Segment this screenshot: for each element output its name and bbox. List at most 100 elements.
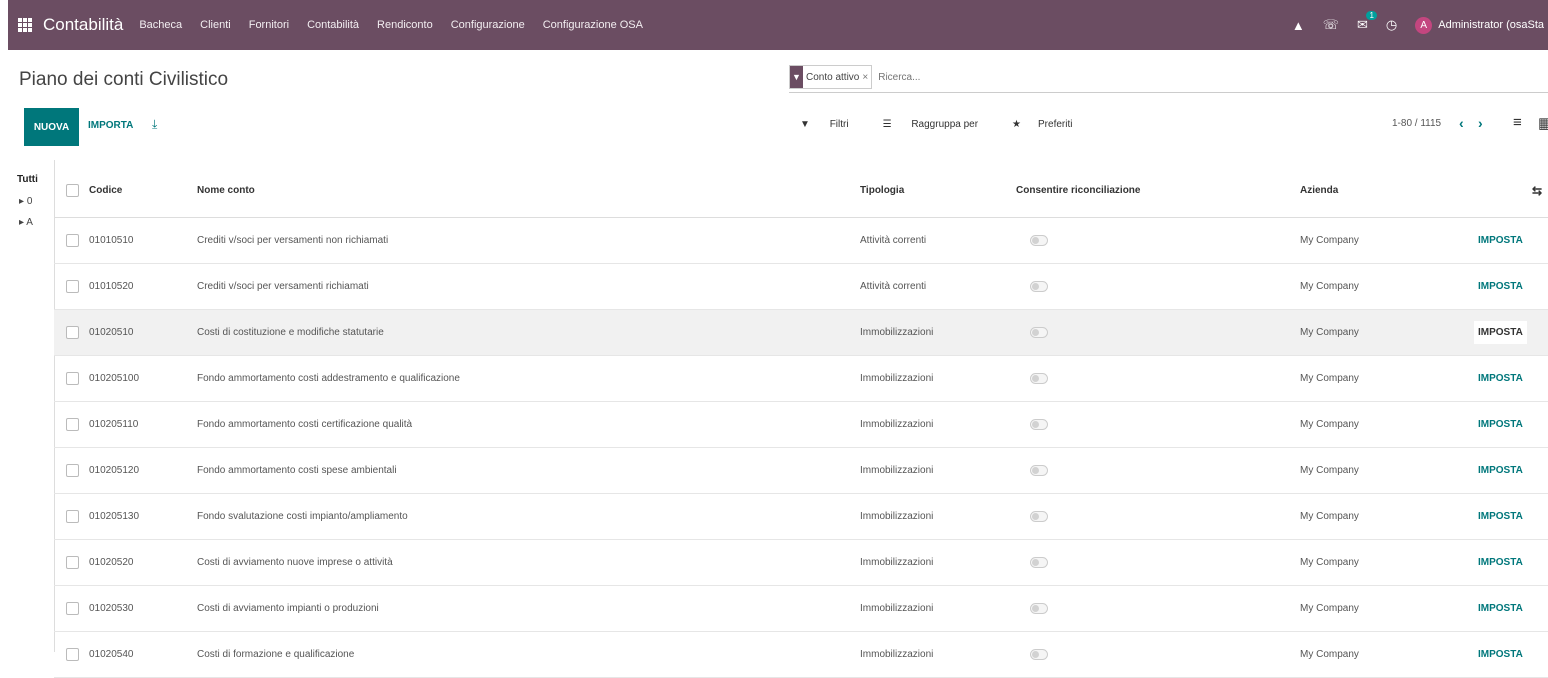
table-row[interactable]: 01020510 Costi di costituzione e modifich… [54,309,1548,356]
reconcile-toggle[interactable] [1030,280,1048,292]
cell-name: Fondo ammortamento costi spese ambiental… [197,447,860,494]
cell-name: Costi di avviamento nuove imprese o atti… [197,539,860,586]
app-name[interactable]: Contabilità [43,15,123,35]
user-name[interactable]: Administrator (osaSta [1438,19,1548,31]
chat-icon[interactable]: ✉ 1 [1357,11,1377,33]
side-item-group-a[interactable]: ▸ A [19,217,54,228]
set-button[interactable]: IMPOSTA [1474,505,1527,528]
set-button[interactable]: IMPOSTA [1474,367,1527,390]
cell-name: Fondo svalutazione costi impianto/amplia… [197,493,860,540]
set-button[interactable]: IMPOSTA [1474,321,1527,344]
pager-previous-icon[interactable]: ‹ [1459,115,1464,131]
table-row[interactable]: 01020530 Costi di avviamento impianti o p… [54,585,1548,632]
table-row[interactable]: 010205120 Fondo ammortamento costi spese … [54,447,1548,494]
table-row[interactable]: 01010520 Crediti v/soci per versamenti ri… [54,263,1548,310]
reconcile-toggle[interactable] [1030,234,1048,246]
row-checkbox[interactable] [66,648,79,661]
side-item-group-0[interactable]: ▸ 0 [19,196,54,207]
cell-name: Fondo ammortamento costi certificazione … [197,401,860,448]
table-row[interactable]: 010205100 Fondo ammortamento costi addest… [54,355,1548,402]
table-row[interactable]: 01020520 Costi di avviamento nuove impres… [54,539,1548,586]
table-row[interactable]: 010205130 Fondo svalutazione costi impian… [54,493,1548,540]
cell-code: 010205120 [89,447,197,494]
download-icon[interactable]: ⤓ [152,117,157,132]
cell-company: My Company [1300,585,1474,632]
reconcile-toggle[interactable] [1030,510,1048,522]
cell-type: Immobilizzazioni [860,355,1016,402]
menu-item-clienti[interactable]: Clienti [200,19,231,31]
side-item-all[interactable]: Tutti [17,174,54,185]
set-button[interactable]: IMPOSTA [1474,643,1527,666]
set-button[interactable]: IMPOSTA [1474,275,1527,298]
column-header-name[interactable]: Nome conto [197,164,860,218]
group-by-button[interactable]: ☰ Raggruppa per [883,119,995,130]
set-button[interactable]: IMPOSTA [1474,597,1527,620]
menu-item-rendiconto[interactable]: Rendiconto [377,19,433,31]
row-checkbox[interactable] [66,602,79,615]
cell-company: My Company [1300,401,1474,448]
bug-icon[interactable]: ▲ [1292,18,1305,33]
caret-right-icon: ▸ [19,196,27,207]
side-item-label: 0 [26,196,33,207]
cell-company: My Company [1300,217,1474,264]
pager-value[interactable]: 1-80 / 1115 [1392,118,1441,129]
row-checkbox[interactable] [66,556,79,569]
set-button[interactable]: IMPOSTA [1474,413,1527,436]
set-button[interactable]: IMPOSTA [1474,551,1527,574]
menu-item-fornitori[interactable]: Fornitori [249,19,289,31]
table-row[interactable]: 01020540 Costi di formazione e qualificaz… [54,631,1548,678]
table-row[interactable]: 010205110 Fondo ammortamento costi certif… [54,401,1548,448]
reconcile-toggle[interactable] [1030,648,1048,660]
pivot-view-icon[interactable]: ▦ [1538,114,1548,132]
favorites-button[interactable]: ★ Preferiti [1012,119,1089,130]
reconcile-toggle[interactable] [1030,372,1048,384]
reconcile-toggle[interactable] [1030,464,1048,476]
reconcile-toggle[interactable] [1030,326,1048,338]
pager-next-icon[interactable]: › [1478,115,1483,131]
reconcile-toggle[interactable] [1030,418,1048,430]
facet-remove-button[interactable]: × [862,72,871,83]
cell-company: My Company [1300,539,1474,586]
column-header-type[interactable]: Tipologia [860,164,1016,218]
cell-code: 01020510 [89,309,197,356]
import-button[interactable]: IMPORTA [88,120,133,131]
column-header-code[interactable]: Codice [89,164,197,218]
menu-item-bacheca[interactable]: Bacheca [139,19,182,31]
row-checkbox[interactable] [66,280,79,293]
cell-code: 010205130 [89,493,197,540]
row-checkbox[interactable] [66,372,79,385]
cell-code: 010205110 [89,401,197,448]
row-checkbox[interactable] [66,326,79,339]
phone-icon[interactable]: ☏ [1323,17,1339,33]
set-button[interactable]: IMPOSTA [1474,459,1527,482]
apps-menu-icon[interactable] [18,18,32,32]
cell-company: My Company [1300,447,1474,494]
filters-button[interactable]: ▼ Filtri [800,119,866,130]
row-checkbox[interactable] [66,234,79,247]
column-header-reconcile[interactable]: Consentire riconciliazione [1016,164,1300,218]
menu-item-configurazione-osa[interactable]: Configurazione OSA [543,19,643,31]
avatar[interactable]: A [1415,16,1433,34]
reconcile-toggle[interactable] [1030,602,1048,614]
list-view-icon[interactable]: ≡ [1513,114,1522,131]
clock-icon[interactable]: ◷ [1386,17,1397,33]
column-header-company[interactable]: Azienda [1300,164,1474,218]
optional-columns-icon[interactable]: ⇆ [1474,164,1548,218]
menu-item-contabilita[interactable]: Contabilità [307,19,359,31]
cell-type: Immobilizzazioni [860,493,1016,540]
row-checkbox[interactable] [66,464,79,477]
cell-name: Fondo ammortamento costi addestramento e… [197,355,860,402]
select-all-checkbox[interactable] [66,184,79,197]
set-button[interactable]: IMPOSTA [1474,229,1527,252]
new-button[interactable]: NUOVA [24,108,79,146]
cell-company: My Company [1300,631,1474,678]
menu-item-configurazione[interactable]: Configurazione [451,19,525,31]
filters-label: Filtri [829,119,849,130]
reconcile-toggle[interactable] [1030,556,1048,568]
row-checkbox[interactable] [66,510,79,523]
search-input[interactable] [876,70,1281,84]
cell-name: Crediti v/soci per versamenti non richia… [197,217,860,264]
cell-type: Immobilizzazioni [860,631,1016,678]
row-checkbox[interactable] [66,418,79,431]
table-row[interactable]: 01010510 Crediti v/soci per versamenti no… [54,217,1548,264]
